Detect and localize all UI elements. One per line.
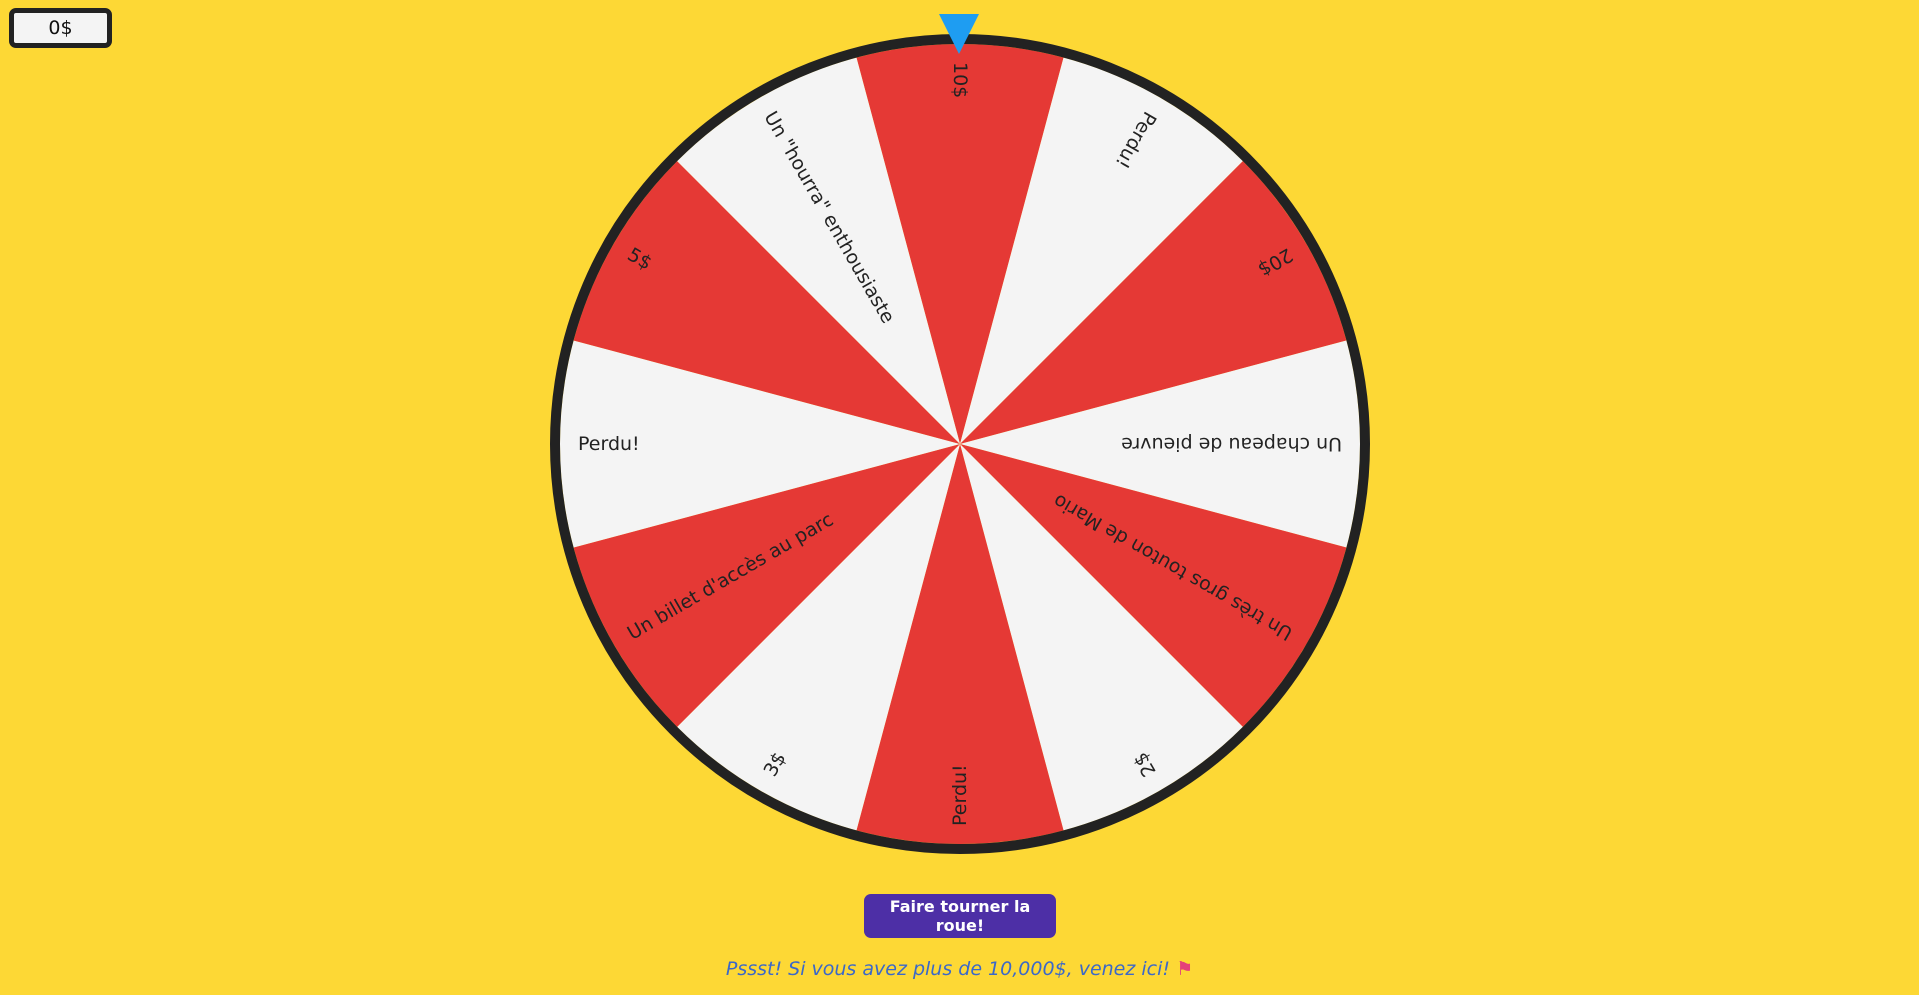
promo-text: Pssst! Si vous avez plus de 10,000$, ven…	[725, 958, 1171, 980]
wheel-pointer-icon	[939, 14, 979, 54]
wheel-svg: 10$Perdu!20$Un chapeau de pieuvreUn très…	[550, 34, 1370, 854]
balance-value: 0$	[48, 17, 73, 39]
wheel-segment-label: Perdu!	[949, 764, 971, 826]
prize-wheel: 10$ Perdu! 20$ Un chapeau de pieuvre Un très…	[550, 34, 1370, 854]
balance-display: 0$	[9, 8, 112, 48]
wheel-segment-label: Perdu!	[578, 433, 640, 455]
spin-wheel-button-label: Faire tourner la roue!	[889, 897, 1031, 935]
promo-link[interactable]: Pssst! Si vous avez plus de 10,000$, ven…	[0, 958, 1919, 980]
wheel-segment-label: 10$	[949, 62, 971, 98]
flag-icon: ⚑	[1176, 958, 1194, 980]
spin-wheel-button[interactable]: Faire tourner la roue!	[864, 894, 1056, 938]
wheel-segment-label: Un chapeau de pieuvre	[1121, 433, 1342, 455]
